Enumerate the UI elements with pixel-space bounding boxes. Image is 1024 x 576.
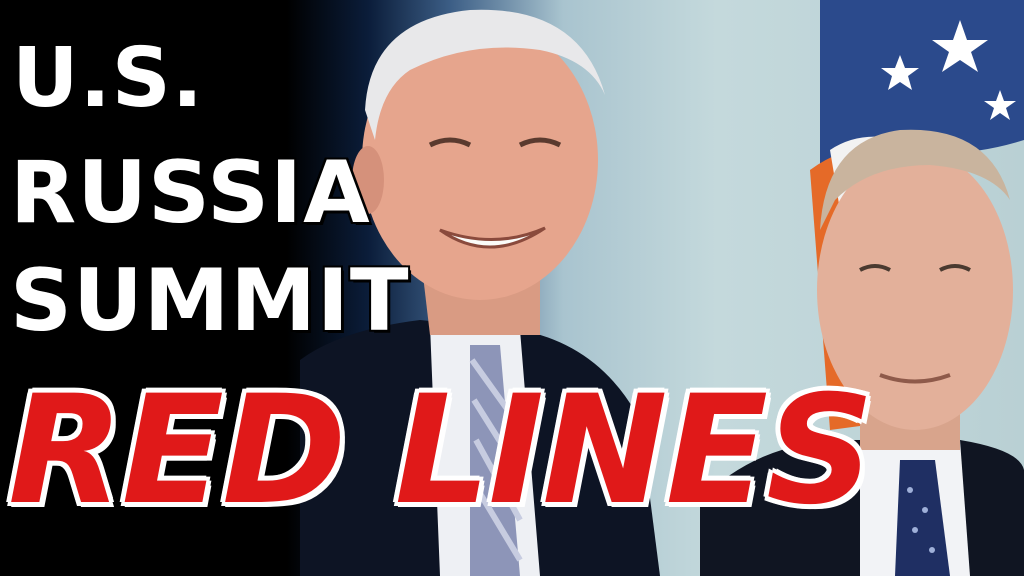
thumbnail: U.S. RUSSIA SUMMIT RED LINES: [0, 0, 1024, 576]
headline-line-2: RUSSIA: [10, 143, 371, 243]
headline-emphasis: RED LINES: [8, 364, 874, 538]
headline-line-1: U.S.: [12, 31, 204, 126]
headline-line-3: SUMMIT: [10, 251, 410, 351]
